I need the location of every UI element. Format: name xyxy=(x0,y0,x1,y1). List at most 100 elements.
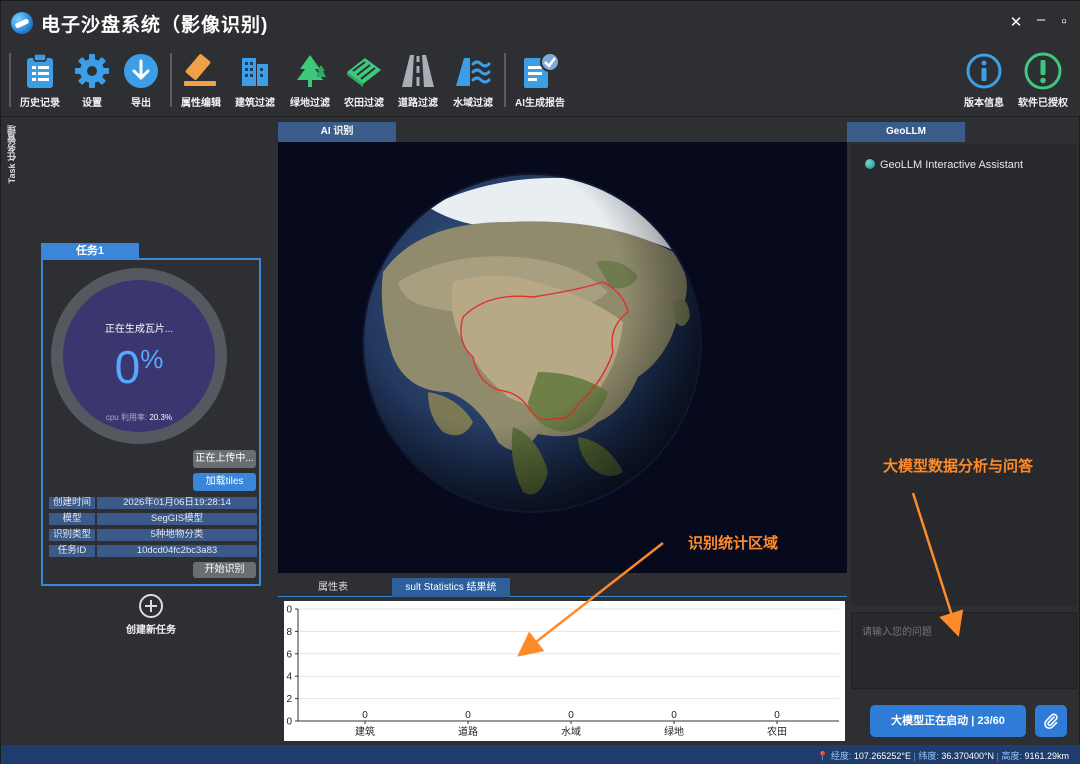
minimize-window-button[interactable]: – xyxy=(1032,11,1050,28)
altitude-value: 9161.29km xyxy=(1024,751,1069,761)
progress-percent: 0% xyxy=(63,340,215,394)
cpu-usage: cpu 利用率: 20.3% xyxy=(63,412,215,423)
data-label: 0 xyxy=(465,710,471,721)
progress-value: 0 xyxy=(114,341,141,393)
y-tick-label: 2 xyxy=(286,694,292,705)
building-icon xyxy=(235,51,275,91)
export-button[interactable]: 导出 xyxy=(112,51,170,109)
toolbar: 历史记录 设置 导出 属性编辑 建筑过滤 绿地过滤 农田过滤 道路过滤 水域过滤… xyxy=(1,45,1080,117)
version-info-button[interactable]: 版本信息 xyxy=(955,51,1013,109)
history-button[interactable]: 历史记录 xyxy=(11,51,69,109)
statistics-chart: 0 2 4 6 8 0 0 建筑 0 道路 0 水域 0 绿地 0 农田 xyxy=(284,601,845,741)
y-tick-label: 6 xyxy=(286,649,292,660)
close-window-button[interactable]: ✕ xyxy=(1007,13,1025,31)
assistant-header: GeoLLM Interactive Assistant xyxy=(865,159,1023,171)
paperclip-icon xyxy=(1044,713,1058,729)
ai-report-button[interactable]: AI生成报告 xyxy=(511,51,569,109)
globe-viewer[interactable] xyxy=(278,142,847,573)
alert-icon xyxy=(1023,51,1063,91)
tree-icon xyxy=(290,51,330,91)
gear-icon xyxy=(72,51,112,91)
attribute-edit-label: 属性编辑 xyxy=(181,98,221,109)
app-logo-icon xyxy=(11,12,33,34)
load-tiles-button[interactable]: 加载tiles xyxy=(193,473,256,491)
pencil-edit-icon xyxy=(181,51,221,91)
earth-globe xyxy=(362,173,702,513)
water-filter-button[interactable]: 水域过滤 xyxy=(444,51,502,109)
data-label: 0 xyxy=(671,710,677,721)
y-tick-label: 0 xyxy=(286,605,292,616)
result-tabs: 属性表 sult Statistics 结果统 xyxy=(278,576,847,597)
tab-result-statistics[interactable]: sult Statistics 结果统 xyxy=(392,578,510,597)
cpu-usage-label: cpu 利用率: xyxy=(105,413,148,422)
info-key: 识别类型 xyxy=(49,529,95,541)
farmland-filter-button[interactable]: 农田过滤 xyxy=(335,51,393,109)
longitude-value: 107.265252°E xyxy=(853,751,911,761)
water-filter-label: 水域过滤 xyxy=(453,98,493,109)
y-tick-label: 4 xyxy=(286,672,292,683)
export-label: 导出 xyxy=(131,98,151,109)
info-row-model: 模型 SegGIS模型 xyxy=(49,513,257,525)
create-task-label: 创建新任务 xyxy=(126,625,176,636)
info-value: 5种地物分类 xyxy=(97,529,257,541)
info-key: 任务ID xyxy=(49,545,95,557)
data-label: 0 xyxy=(568,710,574,721)
green-filter-button[interactable]: 绿地过滤 xyxy=(281,51,339,109)
attribute-edit-button[interactable]: 属性编辑 xyxy=(172,51,230,109)
info-icon xyxy=(964,51,1004,91)
road-filter-button[interactable]: 道路过滤 xyxy=(389,51,447,109)
attach-button[interactable] xyxy=(1035,705,1067,737)
progress-ring-inner: 正在生成瓦片... 0% cpu 利用率: 20.3% xyxy=(63,280,215,432)
question-input[interactable] xyxy=(851,612,1077,689)
data-label: 0 xyxy=(774,710,780,721)
chat-history-panel: GeoLLM Interactive Assistant xyxy=(851,144,1077,606)
y-tick-label: 8 xyxy=(286,627,292,638)
info-row-task-id: 任务ID 10dcd04fc2bc3a83 xyxy=(49,545,257,557)
progress-unit: % xyxy=(140,344,164,374)
info-row-recognition-type: 识别类型 5种地物分类 xyxy=(49,529,257,541)
toolbar-separator xyxy=(504,53,506,107)
history-label: 历史记录 xyxy=(20,98,60,109)
uploading-button[interactable]: 正在上传中... xyxy=(193,450,256,468)
altitude-label: 高度: xyxy=(1001,751,1022,761)
assistant-title: GeoLLM Interactive Assistant xyxy=(880,159,1024,171)
x-tick-label: 水域 xyxy=(561,725,581,738)
stats-annotation: 识别统计区域 xyxy=(688,535,779,552)
x-tick-label: 农田 xyxy=(767,725,787,738)
info-key: 模型 xyxy=(49,513,95,525)
location-pin-icon: 📍 xyxy=(817,751,829,761)
info-value: SegGIS模型 xyxy=(97,513,257,525)
road-filter-label: 道路过滤 xyxy=(398,98,438,109)
tab-geollm[interactable]: GeoLLM xyxy=(847,122,965,142)
building-filter-button[interactable]: 建筑过滤 xyxy=(226,51,284,109)
llm-start-button[interactable]: 大模型正在启动 | 23/60 xyxy=(870,705,1026,737)
task-tab[interactable]: 任务1 xyxy=(41,243,139,259)
water-waves-icon xyxy=(453,51,493,91)
longitude-label: 经度: xyxy=(830,751,852,761)
cpu-usage-value: 20.3% xyxy=(149,413,173,422)
bar-chart-svg: 0 2 4 6 8 0 0 建筑 0 道路 0 水域 0 绿地 0 农田 xyxy=(286,605,839,738)
status-bar: 📍 经度: 107.265252°E | 纬度: 36.370400°N | 高… xyxy=(1,745,1080,764)
y-tick-label: 0 xyxy=(286,717,292,728)
info-value: 2026年01月06日19:28:14 xyxy=(97,497,257,509)
llm-annotation: 大模型数据分析与问答 xyxy=(883,458,1034,475)
maximize-window-button[interactable]: ▫ xyxy=(1055,13,1073,30)
tab-attribute-table[interactable]: 属性表 xyxy=(286,578,380,597)
x-tick-label: 绿地 xyxy=(664,725,684,738)
create-task-button[interactable]: 创建新任务 xyxy=(101,594,201,636)
farmland-icon xyxy=(344,51,384,91)
report-check-icon xyxy=(520,51,560,91)
coordinate-readout: 📍 经度: 107.265252°E | 纬度: 36.370400°N | 高… xyxy=(817,751,1069,761)
download-icon xyxy=(121,51,161,91)
latitude-label: 纬度: xyxy=(918,751,939,761)
license-status-button[interactable]: 软件已授权 xyxy=(1014,51,1072,109)
window-title: 电子沙盘系统（影像识别) xyxy=(41,15,269,36)
task-management-vertical-tab[interactable]: Task 任务管理 xyxy=(5,125,21,191)
progress-ring: 正在生成瓦片... 0% cpu 利用率: 20.3% xyxy=(51,268,227,444)
x-tick-label: 建筑 xyxy=(355,725,375,738)
main-window: 电子沙盘系统（影像识别) ✕ – ▫ 历史记录 设置 导出 属性编辑 建筑过滤 … xyxy=(0,0,1080,764)
tab-ai-recognition[interactable]: AI 识别 xyxy=(278,122,396,142)
info-key: 创建时间 xyxy=(49,497,95,509)
x-tick-label: 道路 xyxy=(458,725,478,738)
start-recognition-button[interactable]: 开始识别 xyxy=(193,562,256,578)
